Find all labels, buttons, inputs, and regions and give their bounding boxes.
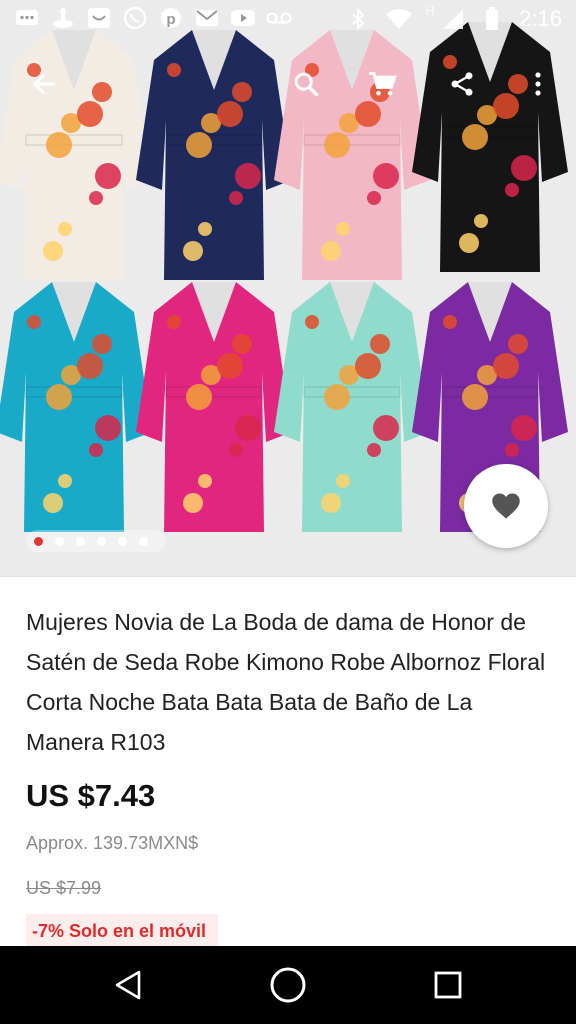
gmail-icon xyxy=(194,6,220,30)
whatsapp-icon xyxy=(122,6,148,30)
pager-dot xyxy=(97,536,106,546)
mobile-discount-badge: -7% Solo en el móvil xyxy=(26,914,219,948)
voicemail-icon xyxy=(266,6,292,30)
product-price: US $7.43 xyxy=(26,778,156,813)
heart-icon xyxy=(492,493,520,519)
smile-box-icon xyxy=(86,6,112,30)
youtube-icon xyxy=(230,6,256,30)
pager-dot xyxy=(55,536,64,546)
product-title: Mujeres Novia de La Boda de dama de Hono… xyxy=(26,609,546,755)
share-button[interactable] xyxy=(440,62,484,106)
product-toolbar xyxy=(0,56,576,112)
pinterest-icon: p xyxy=(158,6,184,30)
message-icon xyxy=(14,6,40,30)
search-button[interactable] xyxy=(284,62,328,106)
share-icon xyxy=(451,72,473,96)
wifi-icon xyxy=(385,7,412,31)
nav-home-icon xyxy=(270,967,306,1003)
original-price: US $7.99 xyxy=(26,878,102,898)
image-pager-dots xyxy=(26,530,166,552)
cart-button[interactable] xyxy=(360,62,404,106)
back-button[interactable] xyxy=(22,62,66,106)
section-divider xyxy=(0,576,576,577)
android-nav-bar xyxy=(0,946,576,1024)
more-options-button[interactable] xyxy=(516,62,560,106)
bluetooth-icon xyxy=(345,7,371,31)
pager-dot xyxy=(34,536,43,546)
nav-recents-icon xyxy=(434,971,462,999)
more-vert-icon xyxy=(535,72,541,96)
pager-dot xyxy=(139,536,148,546)
battery-icon xyxy=(479,7,505,31)
nav-recents-button[interactable] xyxy=(418,962,478,1008)
approx-local-price: Approx. 139.73MXN$ xyxy=(26,833,199,853)
pager-dot xyxy=(76,536,85,546)
nav-back-icon xyxy=(115,970,141,1000)
wishlist-button[interactable] xyxy=(464,464,548,548)
nav-home-button[interactable] xyxy=(258,962,318,1008)
cart-icon xyxy=(369,72,397,96)
search-icon xyxy=(294,72,319,97)
status-time: 2:16 xyxy=(519,6,562,31)
network-type-label: H xyxy=(425,3,435,18)
nav-back-button[interactable] xyxy=(98,962,158,1008)
pager-dot xyxy=(118,536,127,546)
signal-icon: H xyxy=(425,3,465,31)
status-bar: p H 2:16 xyxy=(0,0,576,40)
back-arrow-icon xyxy=(32,74,55,94)
svg-text:p: p xyxy=(166,11,175,28)
chef-hat-icon xyxy=(50,6,76,30)
